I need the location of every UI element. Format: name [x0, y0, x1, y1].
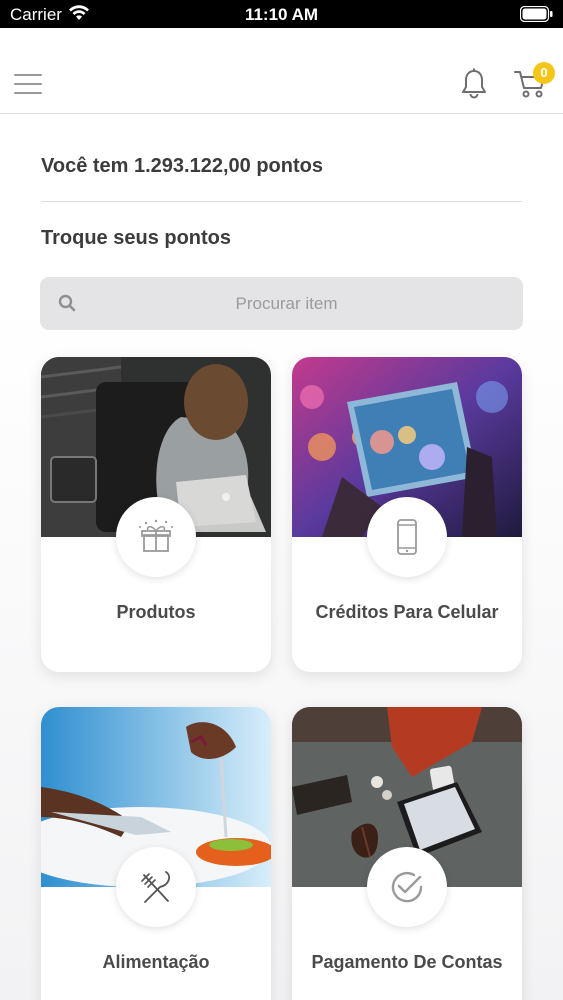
- status-bar: Carrier 11:10 AM: [0, 0, 563, 28]
- category-card-creditos-celular[interactable]: Créditos Para Celular: [292, 357, 522, 672]
- divider: [41, 201, 522, 202]
- category-label: Pagamento De Contas: [311, 952, 503, 972]
- battery-icon: [520, 6, 553, 22]
- category-label: Produtos: [116, 602, 196, 622]
- category-icon-circle: [116, 497, 196, 577]
- hamburger-menu-icon[interactable]: [14, 74, 42, 94]
- category-card-pagamento-contas[interactable]: Pagamento De Contas: [292, 707, 522, 1000]
- category-icon-circle: [116, 847, 196, 927]
- search-icon: [58, 294, 76, 312]
- category-icon-circle: [367, 497, 447, 577]
- bell-icon[interactable]: [460, 68, 488, 100]
- cart-count-badge: 0: [533, 62, 555, 84]
- category-label: Alimentação: [102, 952, 210, 972]
- navigation-bar: [0, 28, 563, 114]
- category-label: Créditos Para Celular: [315, 602, 499, 622]
- smartphone-icon: [397, 519, 417, 555]
- section-title: Troque seus pontos: [41, 227, 232, 249]
- category-card-produtos[interactable]: Produtos: [41, 357, 271, 672]
- category-icon-circle: [367, 847, 447, 927]
- search-input[interactable]: [90, 277, 513, 330]
- category-card-alimentacao[interactable]: Alimentação: [41, 707, 271, 1000]
- status-time: 11:10 AM: [244, 5, 319, 24]
- gift-box-icon: [139, 519, 173, 552]
- search-bar: [40, 277, 523, 330]
- points-balance: Você tem 1.293.122,00 pontos: [41, 155, 323, 177]
- check-circle-icon: [391, 871, 423, 903]
- fork-knife-icon: [141, 871, 171, 903]
